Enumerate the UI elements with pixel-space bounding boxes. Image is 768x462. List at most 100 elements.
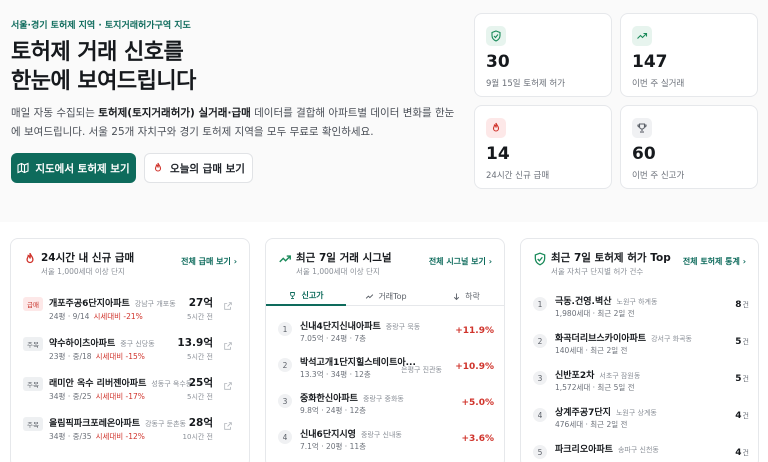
tab-decline[interactable]: 하락 xyxy=(426,286,504,306)
permit-count: 4건 xyxy=(735,448,749,458)
item-meta: 24평 · 9/14 시세대비 -21% xyxy=(49,312,143,321)
apartment-name: 래미안 옥수 리버젠아파트 성동구 옥수동 xyxy=(49,379,193,389)
external-link-icon[interactable] xyxy=(223,381,233,391)
price-change: 시세대비 -17% xyxy=(95,392,145,401)
stat-card-highs: 60 이번 주 신고가 xyxy=(620,105,758,189)
apartment-name: 극동.건영.벽산 노원구 하계동 xyxy=(555,297,658,307)
list-item[interactable]: 급매 개포주공6단지아파트 강남구 개포동 24평 · 9/14 시세대비 -21%… xyxy=(23,291,239,331)
tab-new-high[interactable]: 신고가 xyxy=(266,286,346,306)
item-meta: 1,572세대 · 최근 5일 전 xyxy=(555,383,635,392)
view-all-permits-link[interactable]: 전체 토허제 통계 › xyxy=(683,256,746,267)
status-badge: 급매 xyxy=(23,297,43,311)
item-meta: 7.1억 · 20평 · 11층 xyxy=(300,442,367,451)
rank-badge: 2 xyxy=(533,334,547,348)
rank-badge: 1 xyxy=(278,322,292,336)
location: 강남구 개포동 xyxy=(134,300,176,308)
card-title: 24시간 내 신규 급매 xyxy=(41,252,135,264)
list-item[interactable]: 1 신내4단지신내아파트 중랑구 묵동 7.05억 · 24평 · 7층 +11.… xyxy=(278,316,494,350)
hero-eyebrow: 서울·경기 토허제 지역 · 토지거래허가구역 지도 xyxy=(11,21,191,31)
location: 중랑구 신내동 xyxy=(360,431,402,439)
price-change: +10.9% xyxy=(455,362,494,372)
shield-check-icon xyxy=(534,252,546,266)
item-meta: 34평 · 중/25 시세대비 -17% xyxy=(49,392,145,401)
hero-description: 매일 자동 수집되는 토허제(토지거래허가) 실거래·급매 데이터를 결합해 아… xyxy=(11,104,461,142)
list-item[interactable]: 2 화곡더리브스카이아파트 강서구 화곡동 140세대 · 최근 2일 전 5건 xyxy=(533,328,749,362)
list-item[interactable]: 2 박석고개1단지힐스테이트아... 13.3억 · 34평 · 12층 은평구… xyxy=(278,352,494,386)
location: 성동구 옥수동 xyxy=(151,380,193,388)
list-item[interactable]: 1 극동.건영.벽산 노원구 하계동 1,980세대 · 최근 2일 전 8건 xyxy=(533,291,749,325)
card-title: 최근 7일 토허제 허가 Top xyxy=(551,252,671,264)
chevron-right-icon: › xyxy=(488,257,492,266)
trending-up-icon xyxy=(279,255,291,263)
list-item[interactable]: 3 중화한신아파트 중랑구 중화동 9.8억 · 24평 · 12층 +5.0% xyxy=(278,388,494,422)
list-item[interactable]: 주목 래미안 옥수 리버젠아파트 성동구 옥수동 34평 · 중/25 시세대비 -… xyxy=(23,371,239,411)
stat-card-trades: 147 이번 주 실거래 xyxy=(620,13,758,97)
flame-icon xyxy=(154,162,162,172)
apartment-name: 박석고개1단지힐스테이트아... xyxy=(300,358,416,368)
stat-value: 147 xyxy=(632,52,668,72)
card-subtitle: 서울 1,000세대 이상 단지 xyxy=(296,267,380,276)
card-header: 최근 7일 거래 시그널 서울 1,000세대 이상 단지 전체 시그널 보기 … xyxy=(278,250,492,278)
location: 노원구 상계동 xyxy=(615,409,657,417)
item-meta: 476세대 · 최근 2일 전 xyxy=(555,420,628,429)
price: 27억 xyxy=(188,297,213,309)
rank-badge: 3 xyxy=(533,371,547,385)
item-meta: 34평 · 중/35 시세대비 -12% xyxy=(49,432,145,441)
flame-icon xyxy=(486,118,506,138)
rank-badge: 1 xyxy=(533,297,547,311)
item-meta: 23평 · 중/18 시세대비 -15% xyxy=(49,352,145,361)
list-item[interactable]: 주목 약수하이츠아파트 중구 신당동 23평 · 중/18 시세대비 -15% 13… xyxy=(23,331,239,371)
hero-title-line1: 토허제 거래 신호를 xyxy=(11,40,184,65)
time-ago: 5시간 전 xyxy=(187,353,213,361)
list-item[interactable]: 4 상계주공7단지 노원구 상계동 476세대 · 최근 2일 전 4건 xyxy=(533,402,749,436)
item-meta: 140세대 · 최근 2일 전 xyxy=(555,346,628,355)
rank-badge: 3 xyxy=(278,394,292,408)
hero-title-line2: 한눈에 보여드립니다 xyxy=(11,69,196,94)
count-unit: 건 xyxy=(742,338,749,346)
price-change: 시세대비 -21% xyxy=(93,312,143,321)
map-icon xyxy=(17,162,29,174)
time-ago: 5시간 전 xyxy=(187,393,213,401)
external-link-icon[interactable] xyxy=(223,341,233,351)
apartment-name: 상계주공7단지 노원구 상계동 xyxy=(555,408,657,418)
stat-label: 이번 주 신고가 xyxy=(632,171,685,181)
external-link-icon[interactable] xyxy=(223,421,233,431)
list-item[interactable]: 4 신내6단지시영 중랑구 신내동 7.1억 · 20평 · 11층 +3.6% xyxy=(278,424,494,458)
arrow-down-icon xyxy=(454,293,460,300)
map-view-button[interactable]: 지도에서 토허제 보기 xyxy=(11,153,136,183)
tab-trade-top[interactable]: 거래Top xyxy=(346,286,426,306)
location: 강동구 둔촌동 xyxy=(145,420,186,428)
price-change: 시세대비 -12% xyxy=(95,432,145,441)
apartment-name: 파크리오아파트 송파구 신천동 xyxy=(555,445,659,455)
hero-title: 토허제 거래 신호를 한눈에 보여드립니다 xyxy=(11,38,196,96)
trending-up-icon xyxy=(366,293,374,299)
rank-badge: 5 xyxy=(533,445,547,459)
card-header: 24시간 내 신규 급매 서울 1,000세대 이상 단지 전체 급매 보기 › xyxy=(23,250,237,278)
permit-count: 8건 xyxy=(735,300,749,310)
card-header: 최근 7일 토허제 허가 Top 서울 자치구 단지별 허가 건수 전체 토허제… xyxy=(533,250,746,278)
view-all-signals-link[interactable]: 전체 시그널 보기 › xyxy=(429,256,492,267)
time-ago: 5시간 전 xyxy=(187,313,213,321)
count-unit: 건 xyxy=(742,375,749,383)
card-title: 최근 7일 거래 시그널 xyxy=(296,252,392,264)
permit-count: 5건 xyxy=(735,374,749,384)
stat-label: 24시간 신규 급매 xyxy=(486,171,550,181)
trade-signals-card: 최근 7일 거래 시그널 서울 1,000세대 이상 단지 전체 시그널 보기 … xyxy=(265,238,505,462)
list-item[interactable]: 3 신반포2차 서초구 잠원동 1,572세대 · 최근 5일 전 5건 xyxy=(533,365,749,399)
stat-value: 60 xyxy=(632,144,656,164)
external-link-icon[interactable] xyxy=(223,301,233,311)
stat-label: 9월 15일 토허제 허가 xyxy=(486,79,566,89)
trending-up-icon xyxy=(632,26,652,46)
list-item[interactable]: 5 파크리오아파트 송파구 신천동 4건 xyxy=(533,439,749,462)
apartment-name: 개포주공6단지아파트 강남구 개포동 xyxy=(49,299,176,309)
urgent-sale-button[interactable]: 오늘의 급매 보기 xyxy=(144,153,253,183)
location: 송파구 신천동 xyxy=(617,446,659,454)
view-all-urgent-link[interactable]: 전체 급매 보기 › xyxy=(181,256,237,267)
rank-badge: 4 xyxy=(533,408,547,422)
location: 은평구 진관동 xyxy=(401,366,442,374)
apartment-name: 약수하이츠아파트 중구 신당동 xyxy=(49,339,155,349)
chevron-right-icon: › xyxy=(233,257,237,266)
card-subtitle: 서울 자치구 단지별 허가 건수 xyxy=(551,267,644,276)
list-item[interactable]: 주목 올림픽파크포레온아파트 강동구 둔촌동 34평 · 중/35 시세대비 -12… xyxy=(23,411,239,451)
apartment-name: 중화한신아파트 중랑구 중화동 xyxy=(300,394,404,404)
